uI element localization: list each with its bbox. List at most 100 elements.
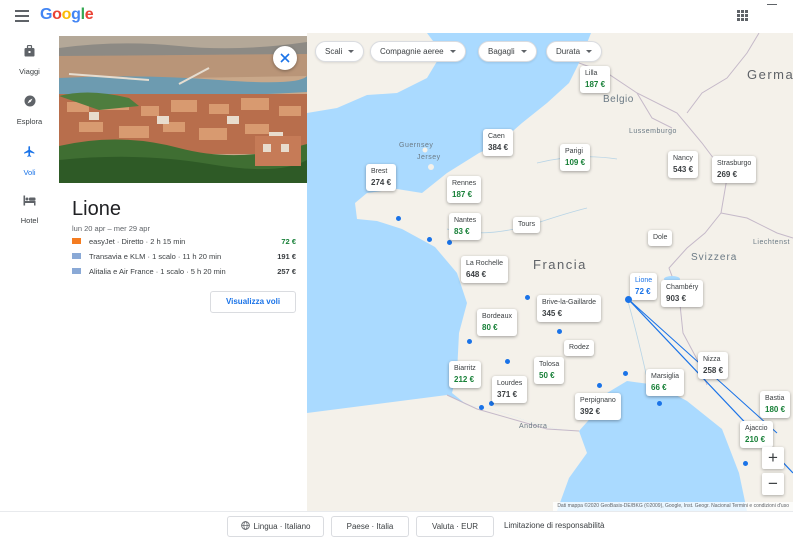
map-pin-brest[interactable]: Brest 274 € xyxy=(366,164,397,191)
airport-dot[interactable] xyxy=(743,461,748,466)
pin-city: Nantes xyxy=(454,217,477,224)
menu-icon[interactable] xyxy=(15,10,29,22)
flight-option[interactable]: Alitalia e Air France · 1 scalo · 5 h 20… xyxy=(72,266,296,278)
pin-city: Biarritz xyxy=(454,365,476,372)
map-pin-chambery[interactable]: Chambéry 903 € xyxy=(661,280,704,307)
zoom-in-button[interactable]: + xyxy=(762,447,784,469)
nav-item-label: Voli xyxy=(23,168,36,177)
map-pin-la-rochelle[interactable]: La Rochelle 648 € xyxy=(461,256,508,283)
airport-dot[interactable] xyxy=(396,216,401,221)
map-pin-lourdes[interactable]: Lourdes 371 € xyxy=(492,376,528,403)
map-pin-rodez[interactable]: Rodez xyxy=(564,340,595,356)
currency-button[interactable]: Valuta · EUR xyxy=(416,516,494,537)
bed-icon xyxy=(23,195,36,206)
map[interactable]: Scali Compagnie aeree Bagagli Durata Fra… xyxy=(307,33,793,511)
map-pin-rennes[interactable]: Rennes 187 € xyxy=(447,176,482,203)
nav-item-explore[interactable]: Esplora xyxy=(0,95,59,129)
airport-dot[interactable] xyxy=(447,240,452,245)
view-flights-button[interactable]: Visualizza voli xyxy=(210,291,296,313)
google-logo[interactable]: Google xyxy=(40,6,94,24)
pin-city: Nizza xyxy=(703,356,721,363)
pin-city: Rennes xyxy=(452,180,477,187)
map-pin-bastia[interactable]: Bastia 180 € xyxy=(760,391,791,418)
pin-city: Chambéry xyxy=(666,284,699,291)
region-label-guernsey: Guernsey xyxy=(399,142,434,149)
pin-city: Parigi xyxy=(565,148,583,155)
pin-city: Brive-la-Gaillarde xyxy=(542,299,597,306)
filter-stops[interactable]: Scali xyxy=(315,41,365,62)
plane-icon xyxy=(24,146,35,157)
map-pin-paris[interactable]: Parigi 109 € xyxy=(560,144,591,171)
map-pin-strasbourg[interactable]: Strasburgo 269 € xyxy=(712,156,757,183)
pin-price: 274 € xyxy=(371,178,392,187)
nav-item-trips[interactable]: Viaggi xyxy=(0,45,59,79)
caret-down-icon xyxy=(449,50,456,54)
top-bar: Google xyxy=(0,0,793,33)
airport-dot[interactable] xyxy=(657,401,662,406)
flight-price: 191 € xyxy=(277,252,296,261)
pin-city: Lilla xyxy=(585,70,598,77)
pin-price: 212 € xyxy=(454,375,475,384)
map-pin-nancy[interactable]: Nancy 543 € xyxy=(668,151,699,178)
map-pin-ajaccio[interactable]: Ajaccio 210 € xyxy=(740,421,773,448)
filter-bags[interactable]: Bagagli xyxy=(478,41,537,62)
logo-letter: e xyxy=(84,6,94,23)
flight-option[interactable]: easyJet · Diretto · 2 h 15 min 72 € xyxy=(72,236,296,248)
airport-dot[interactable] xyxy=(427,237,432,242)
flight-description: Transavia e KLM · 1 scalo · 11 h 20 min xyxy=(89,252,222,261)
map-pin-nice[interactable]: Nizza 258 € xyxy=(698,352,729,379)
flight-option[interactable]: Transavia e KLM · 1 scalo · 11 h 20 min … xyxy=(72,251,296,263)
airport-dot[interactable] xyxy=(505,359,510,364)
pin-price: 80 € xyxy=(482,323,498,332)
map-pin-biarritz[interactable]: Biarritz 212 € xyxy=(449,361,481,388)
country-label-belgium: Belgio xyxy=(603,94,634,105)
map-pin-lyon-origin[interactable]: Lione 72 € xyxy=(630,273,658,300)
map-pin-dole[interactable]: Dole xyxy=(648,230,673,246)
caret-down-icon xyxy=(586,50,593,54)
pin-price: 392 € xyxy=(580,407,601,416)
nav-item-flights[interactable]: Voli xyxy=(0,145,59,180)
map-pin-perpignan[interactable]: Perpignano 392 € xyxy=(575,393,621,420)
airport-dot[interactable] xyxy=(467,339,472,344)
pin-city: Marsiglia xyxy=(651,373,680,380)
region-label-andorra: Andorra xyxy=(519,423,548,430)
origin-dot[interactable] xyxy=(625,296,632,303)
airport-dot[interactable] xyxy=(597,383,602,388)
map-pin-bordeaux[interactable]: Bordeaux 80 € xyxy=(477,309,517,336)
briefcase-icon xyxy=(24,45,35,57)
map-pin-nantes[interactable]: Nantes 83 € xyxy=(449,213,482,240)
zoom-out-button[interactable]: − xyxy=(762,473,784,495)
logo-letter: G xyxy=(40,6,53,23)
pin-price: 903 € xyxy=(666,294,687,303)
map-pin-lille[interactable]: Lilla 187 € xyxy=(580,66,611,93)
pin-price: 269 € xyxy=(717,170,738,179)
map-pin-marseille[interactable]: Marsiglia 66 € xyxy=(646,369,685,396)
pin-city: Nancy xyxy=(673,155,693,162)
pin-city: Brest xyxy=(371,168,388,175)
map-pin-tours[interactable]: Tours xyxy=(513,217,541,233)
filter-duration[interactable]: Durata xyxy=(546,41,603,62)
disclaimer-link[interactable]: Limitazione di responsabilità xyxy=(504,521,605,530)
close-button[interactable] xyxy=(273,46,297,70)
map-pin-brive[interactable]: Brive-la-Gaillarde 345 € xyxy=(537,295,602,322)
map-pin-toulouse[interactable]: Tolosa 50 € xyxy=(534,357,565,384)
destination-panel: Lione lun 20 apr – mer 29 apr easyJet · … xyxy=(59,36,307,511)
pin-price: 180 € xyxy=(765,405,786,414)
compass-icon xyxy=(24,95,35,107)
pin-city: Ajaccio xyxy=(745,425,768,432)
filter-airlines[interactable]: Compagnie aeree xyxy=(370,41,466,62)
map-pin-caen[interactable]: Caen 384 € xyxy=(483,129,514,156)
flight-price: 72 € xyxy=(281,237,296,246)
airport-dot[interactable] xyxy=(479,405,484,410)
nav-item-hotels[interactable]: Hotel xyxy=(0,195,59,228)
airport-dot[interactable] xyxy=(557,329,562,334)
airport-dot[interactable] xyxy=(525,295,530,300)
country-button[interactable]: Paese · Italia xyxy=(331,516,409,537)
pin-price: 50 € xyxy=(539,371,555,380)
country-label-germany: Germa xyxy=(747,67,793,82)
airport-dot[interactable] xyxy=(623,371,628,376)
pin-price: 66 € xyxy=(651,383,667,392)
apps-grid-icon[interactable] xyxy=(737,10,748,21)
airline-logo-icon xyxy=(72,268,81,274)
language-button[interactable]: Lingua · Italiano xyxy=(227,516,324,537)
